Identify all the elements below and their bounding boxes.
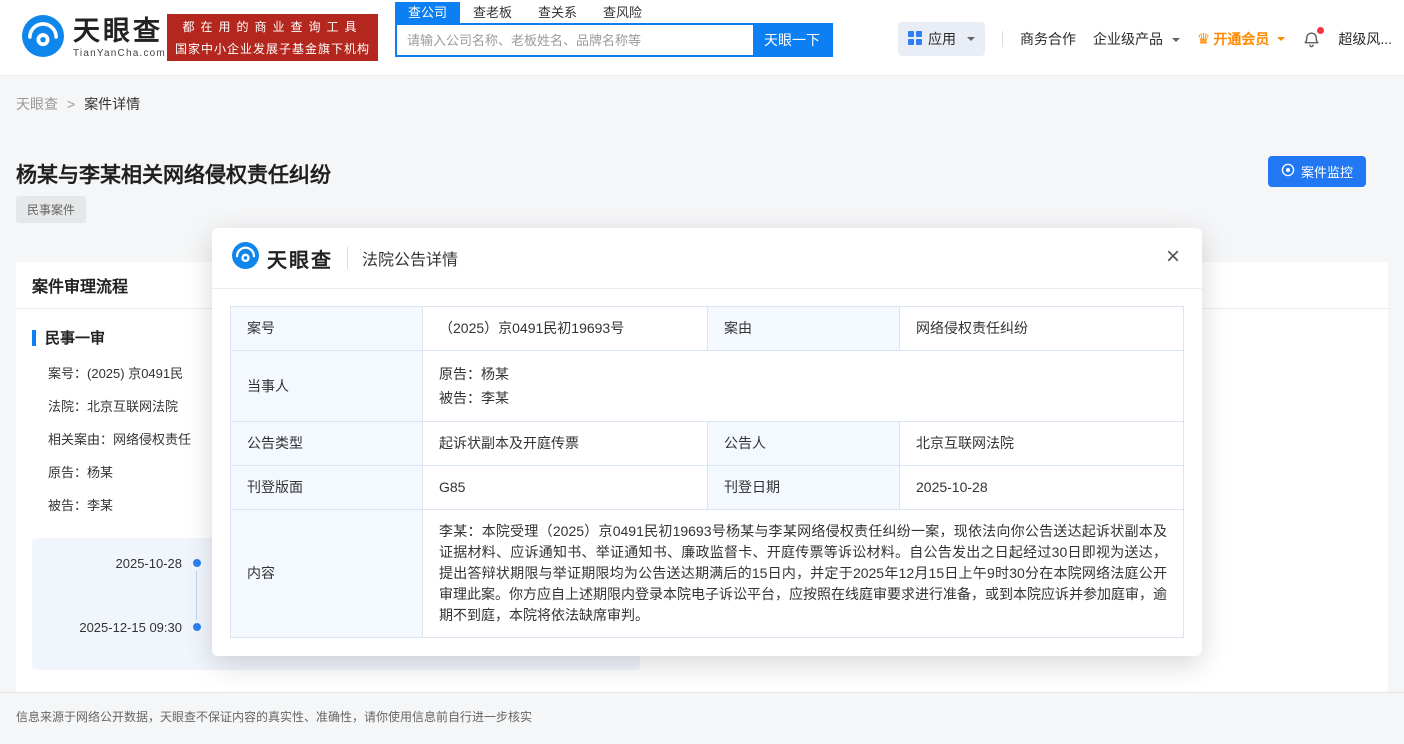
timeline-date: 2025-10-28 <box>115 556 183 571</box>
cell-value: （2025）京0491民初19693号 <box>422 306 708 351</box>
footer-divider <box>0 692 1404 693</box>
field-label: 相关案由： <box>48 432 114 447</box>
cell-value: 北京互联网法院 <box>899 421 1184 466</box>
modal-title-divider <box>347 247 348 269</box>
table-row: 公告类型 起诉状副本及开庭传票 公告人 北京互联网法院 <box>230 421 1184 466</box>
cell-label: 案号 <box>230 306 423 351</box>
field-value: (2025) 京0491民 <box>87 366 184 381</box>
header-nav: 应用 商务合作 企业级产品 ♛ 开通会员 超级风... <box>897 22 1392 56</box>
apps-menu-label: 应用 <box>927 31 956 47</box>
cell-label: 当事人 <box>230 350 423 422</box>
brand-slogan-badge: 都在用的商业查询工具 国家中小企业发展子基金旗下机构 <box>167 14 378 61</box>
cell-value: 2025-10-28 <box>899 465 1184 510</box>
top-header: 天眼查 TianYanCha.com 都在用的商业查询工具 国家中小企业发展子基… <box>0 0 1404 76</box>
case-type-badge: 民事案件 <box>16 196 87 223</box>
monitor-icon <box>1281 163 1295 180</box>
close-icon[interactable]: × <box>1166 245 1180 269</box>
tab-relation[interactable]: 查关系 <box>525 2 590 23</box>
nav-enterprise-label: 企业级产品 <box>1092 31 1163 47</box>
timeline-node-dot <box>193 559 201 567</box>
cell-label: 内容 <box>230 509 423 638</box>
announcement-content: 李某：本院受理（2025）京0491民初19693号杨某与李某网络侵权责任纠纷一… <box>422 509 1184 638</box>
table-row: 刊登版面 G85 刊登日期 2025-10-28 <box>230 465 1184 510</box>
field-value: 北京互联网法院 <box>87 399 179 414</box>
field-value: 李某 <box>87 498 114 513</box>
cell-label: 公告类型 <box>230 421 423 466</box>
field-value: 杨某 <box>87 465 114 480</box>
nav-vip-label: 开通会员 <box>1213 31 1270 47</box>
footer-disclaimer: 信息来源于网络公开数据，天眼查不保证内容的真实性、准确性，请你使用信息前自行进一… <box>16 710 533 724</box>
field-value: 网络侵权责任 <box>113 432 192 447</box>
case-monitor-button[interactable]: 案件监控 <box>1267 156 1366 187</box>
cell-value: 起诉状副本及开庭传票 <box>422 421 708 466</box>
search-input[interactable] <box>397 25 753 55</box>
breadcrumb-home[interactable]: 天眼查 <box>16 94 58 114</box>
tianyancha-logo[interactable]: 天眼查 TianYanCha.com <box>22 15 166 62</box>
plaintiff-line: 原告：杨某 <box>439 366 509 382</box>
table-row: 当事人 原告：杨某 被告：李某 <box>230 350 1184 422</box>
slogan-line2: 国家中小企业发展子基金旗下机构 <box>174 42 370 56</box>
cell-label: 案由 <box>707 306 900 351</box>
notification-dot <box>1317 26 1325 34</box>
notification-bell-icon[interactable] <box>1302 26 1325 49</box>
cell-value: 网络侵权责任纠纷 <box>899 306 1184 351</box>
field-label: 案号： <box>48 366 88 381</box>
search-button[interactable]: 天眼一下 <box>753 25 831 55</box>
timeline-node-dot <box>193 623 201 631</box>
table-row: 案号 （2025）京0491民初19693号 案由 网络侵权责任纠纷 <box>230 306 1184 351</box>
table-row: 内容 李某：本院受理（2025）京0491民初19693号杨某与李某网络侵权责任… <box>230 509 1184 638</box>
cell-value: 原告：杨某 被告：李某 <box>422 350 1184 422</box>
tab-risk[interactable]: 查风险 <box>590 2 655 23</box>
court-announcement-modal: 天眼查 法院公告详情 × 案号 （2025）京0491民初19693号 案由 网… <box>212 228 1202 656</box>
tab-boss[interactable]: 查老板 <box>460 2 525 23</box>
breadcrumb-current: 案件详情 <box>84 96 141 112</box>
cell-label: 刊登日期 <box>707 465 900 510</box>
case-monitor-label: 案件监控 <box>1300 165 1353 180</box>
field-label: 法院： <box>48 399 88 414</box>
announcement-table: 案号 （2025）京0491民初19693号 案由 网络侵权责任纠纷 当事人 原… <box>230 306 1184 638</box>
modal-header: 天眼查 法院公告详情 × <box>212 228 1202 289</box>
grid-icon <box>907 30 922 48</box>
timeline-connector <box>196 571 197 620</box>
chevron-down-icon <box>966 37 975 45</box>
breadcrumb-separator: > <box>67 96 76 112</box>
brand-domain: TianYanCha.com <box>73 48 166 59</box>
breadcrumb: 天眼查 > 案件详情 <box>16 94 140 114</box>
field-label: 被告： <box>48 498 88 513</box>
search-tabs: 查公司 查老板 查关系 查风险 <box>395 2 833 23</box>
apps-menu[interactable]: 应用 <box>897 22 985 56</box>
search-box: 天眼一下 <box>395 23 833 57</box>
tianyancha-logo-icon <box>232 242 259 274</box>
stage-accent-bar <box>32 329 36 346</box>
nav-divider <box>1001 31 1003 47</box>
cell-label: 公告人 <box>707 421 900 466</box>
tianyancha-logo-icon <box>22 15 64 62</box>
chevron-down-icon <box>1277 37 1286 45</box>
nav-enterprise[interactable]: 企业级产品 <box>1093 29 1180 49</box>
trial-stage-title: 民事一审 <box>45 330 106 347</box>
nav-super-risk[interactable]: 超级风... <box>1338 29 1392 49</box>
page: 天眼查 TianYanCha.com 都在用的商业查询工具 国家中小企业发展子基… <box>0 0 1404 744</box>
nav-vip-upgrade[interactable]: ♛ 开通会员 <box>1196 29 1286 49</box>
chevron-down-icon <box>1171 38 1180 46</box>
search-area: 查公司 查老板 查关系 查风险 天眼一下 <box>395 2 833 57</box>
defendant-line: 被告：李某 <box>439 390 509 406</box>
nav-cooperation[interactable]: 商务合作 <box>1020 29 1076 49</box>
slogan-line1: 都在用的商业查询工具 <box>182 20 363 34</box>
crown-icon: ♛ <box>1196 30 1211 48</box>
timeline-date: 2025-12-15 09:30 <box>79 620 182 635</box>
brand-name: 天眼查 <box>73 16 163 46</box>
modal-brand-name: 天眼查 <box>267 249 333 272</box>
modal-title: 法院公告详情 <box>362 252 459 269</box>
tab-company[interactable]: 查公司 <box>395 2 461 23</box>
cell-label: 刊登版面 <box>230 465 423 510</box>
cell-value: G85 <box>422 465 708 510</box>
field-label: 原告： <box>48 465 88 480</box>
page-title: 杨某与李某相关网络侵权责任纠纷 <box>16 164 331 187</box>
